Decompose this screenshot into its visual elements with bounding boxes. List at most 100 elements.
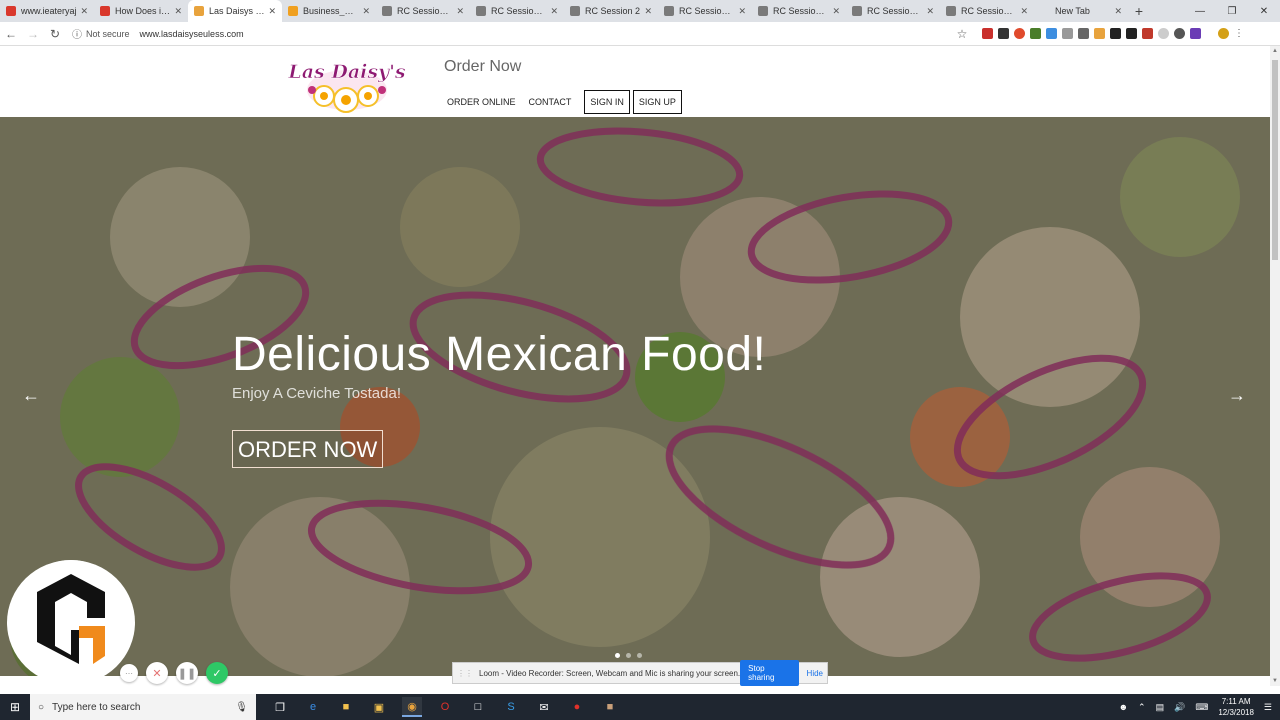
task-view-icon[interactable]: ❐ [270,697,290,717]
scroll-thumb[interactable] [1272,60,1278,260]
extension-icon[interactable] [1174,28,1185,39]
minimize-icon[interactable]: — [1184,0,1216,22]
tray-expand-icon[interactable]: ⌃ [1138,702,1146,713]
hide-button[interactable]: Hide [807,669,823,678]
browser-tab[interactable]: RC Session 5 (✕ [846,0,940,22]
extension-icon[interactable] [1078,28,1089,39]
stop-sharing-button[interactable]: Stop sharing [740,660,799,686]
tab-close-icon[interactable]: ✕ [1114,6,1122,17]
carousel-dot[interactable] [615,653,620,658]
browser-tab[interactable]: Business_Mod ✕ [282,0,376,22]
extension-icon[interactable] [1062,28,1073,39]
pause-icon[interactable]: ❚❚ [176,662,198,684]
nav-order-online[interactable]: ORDER ONLINE [447,97,516,107]
extension-icon[interactable] [1046,28,1057,39]
carousel-dot[interactable] [626,653,631,658]
info-icon[interactable]: ⓘ [72,26,82,41]
scroll-down-icon[interactable]: ▼ [1270,678,1280,684]
opera-icon[interactable]: O [435,697,455,717]
extension-icon[interactable] [1126,28,1137,39]
browser-tab[interactable]: RC Session 6 (✕ [940,0,1034,22]
new-tab-button[interactable]: + [1128,0,1150,22]
hero-subtitle: Enjoy A Ceviche Tostada! [232,385,401,402]
extension-icon[interactable] [1190,28,1201,39]
extension-icon[interactable] [1094,28,1105,39]
app-icon[interactable]: ■ [600,697,620,717]
input-icon[interactable]: ⌨ [1195,702,1208,713]
tab-close-icon[interactable]: ✕ [80,6,88,17]
more-options-icon[interactable]: ⋯ [120,664,138,682]
nav-contact[interactable]: CONTACT [529,97,572,107]
tab-favicon-icon [382,6,392,16]
extension-icon[interactable] [1110,28,1121,39]
notifications-icon[interactable]: ☰ [1264,702,1272,713]
extension-icon[interactable] [982,28,993,39]
browser-tab[interactable]: RC Session 2 ✕ [564,0,658,22]
browser-tab[interactable]: www.ieateryaj ✕ [0,0,94,22]
menu-icon[interactable]: ⋮ [1234,28,1245,39]
browser-tab[interactable]: How Does iEat ✕ [94,0,188,22]
edge-icon[interactable]: e [303,697,323,717]
microphone-icon[interactable]: 🎙 [235,702,248,713]
tab-close-icon[interactable]: ✕ [362,6,370,17]
tab-close-icon[interactable]: ✕ [1020,6,1028,17]
chrome-icon[interactable]: ◉ [402,697,422,717]
page-scrollbar[interactable]: ▲ ▼ [1270,46,1280,686]
reload-icon[interactable]: ↻ [44,27,66,41]
volume-icon[interactable]: 🔊 [1174,702,1185,713]
browser-tab[interactable]: RC Session 3 (✕ [658,0,752,22]
drag-handle-icon[interactable]: ⋮⋮ [457,669,473,678]
tab-close-icon[interactable]: ✕ [456,6,464,17]
taskbar-clock[interactable]: 7:11 AM 12/3/2018 [1218,696,1254,718]
browser-tab[interactable]: Las Daisys is o ✕ [188,0,282,22]
carousel-prev-icon[interactable]: ← [22,385,40,406]
cancel-recording-icon[interactable]: ✕ [146,662,168,684]
forward-icon[interactable]: → [22,27,44,41]
tab-label: RC Session 2 ( [491,6,548,16]
back-icon[interactable]: ← [0,27,22,41]
tab-close-icon[interactable]: ✕ [738,6,746,17]
browser-tab[interactable]: RC Session 2 (✕ [470,0,564,22]
file-explorer-icon[interactable]: ■ [336,697,356,717]
las-daisys-logo[interactable]: Las Daisy's [284,54,410,114]
url-text[interactable]: www.lasdaisyseuless.com [140,29,244,39]
restore-icon[interactable]: ❐ [1216,0,1248,22]
extension-icon[interactable] [998,28,1009,39]
tab-favicon-icon [852,6,862,16]
finish-recording-icon[interactable]: ✓ [206,662,228,684]
people-icon[interactable]: ☻ [1119,702,1128,712]
close-window-icon[interactable]: ✕ [1248,0,1280,22]
taskbar-search[interactable]: ○ Type here to search 🎙 [30,694,256,720]
bookmark-star-icon[interactable]: ☆ [952,27,972,41]
sign-in-button[interactable]: SIGN IN [584,90,630,114]
profile-icon[interactable] [1218,28,1229,39]
browser-tab[interactable]: RC Session 1 (✕ [376,0,470,22]
extension-icon[interactable] [1158,28,1169,39]
extension-icon[interactable] [1030,28,1041,39]
tab-close-icon[interactable]: ✕ [832,6,840,17]
recorder-icon[interactable]: ● [567,697,587,717]
tab-close-icon[interactable]: ✕ [174,6,182,17]
tab-favicon-icon [100,6,110,16]
skype-icon[interactable]: S [501,697,521,717]
extension-icon[interactable] [1014,28,1025,39]
tab-close-icon[interactable]: ✕ [550,6,558,17]
sign-up-button[interactable]: SIGN UP [632,90,682,114]
browser-tab[interactable]: New Tab ✕ [1034,0,1128,22]
tab-close-icon[interactable]: ✕ [644,6,652,17]
windows-start-icon[interactable]: ⊞ [0,700,30,714]
network-icon[interactable]: ▤ [1156,702,1165,713]
order-now-button[interactable]: ORDER NOW [232,430,384,468]
mail-icon[interactable]: ✉ [534,697,554,717]
scroll-up-icon[interactable]: ▲ [1270,48,1280,54]
extension-icon[interactable] [1142,28,1153,39]
document-icon[interactable]: □ [468,697,488,717]
tab-close-icon[interactable]: ✕ [268,6,276,17]
browser-tab[interactable]: RC Session 4 (✕ [752,0,846,22]
address-bar[interactable]: ⓘ Not secure www.lasdaisyseuless.com [72,24,952,44]
hero-title: Delicious Mexican Food! [232,328,767,381]
store-icon[interactable]: ▣ [369,697,389,717]
carousel-dot[interactable] [637,653,642,658]
carousel-next-icon[interactable]: → [1228,385,1246,406]
tab-close-icon[interactable]: ✕ [926,6,934,17]
